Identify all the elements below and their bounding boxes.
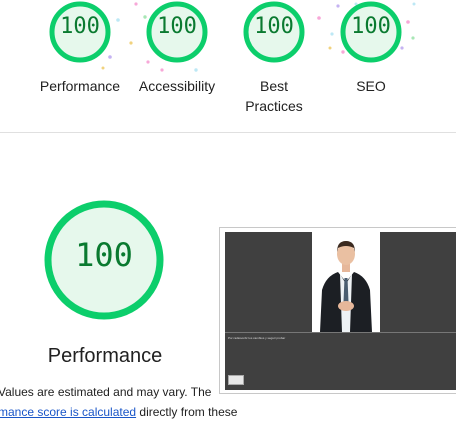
gauge-label: Accessibility xyxy=(138,78,216,94)
section-divider xyxy=(0,132,456,133)
gauge-label: Performance xyxy=(39,78,121,94)
performance-title: Performance xyxy=(47,345,163,367)
gauge-seo[interactable]: 100 SEO xyxy=(321,0,421,96)
gauge-performance[interactable]: 100 Performance xyxy=(30,0,130,96)
screenshot-button xyxy=(228,375,244,385)
gauge-score: 100 xyxy=(60,14,100,39)
person-photo xyxy=(312,232,380,332)
gauge-score: 100 xyxy=(351,14,391,39)
gauge-best-practices[interactable]: 100 Best Practices xyxy=(224,0,324,116)
screenshot-divider xyxy=(225,332,456,333)
screenshot-caption: Por radiosonbr los cambios y seguir prob… xyxy=(228,336,286,340)
gauge-score: 100 xyxy=(254,14,294,39)
gauge-label: SEO xyxy=(356,78,386,94)
final-screenshot[interactable]: Por radiosonbr los cambios y seguir prob… xyxy=(219,227,456,394)
score-summary: 100 Performance 100 Accessibility 100 Be… xyxy=(0,0,456,132)
gauge-score: 100 xyxy=(157,14,197,39)
performance-score: 100 xyxy=(75,236,133,274)
description-text: directly from these xyxy=(136,405,238,419)
gauge-label: Best Practices xyxy=(245,78,303,114)
gauge-accessibility[interactable]: 100 Accessibility xyxy=(127,0,227,96)
score-calculated-link[interactable]: mance score is calculated xyxy=(0,405,136,419)
screenshot-viewport: Por radiosonbr los cambios y seguir prob… xyxy=(225,232,456,390)
performance-description: Values are estimated and may vary. The m… xyxy=(0,382,248,422)
description-line: mance score is calculated directly from … xyxy=(0,402,248,422)
description-line: Values are estimated and may vary. The xyxy=(0,385,212,399)
